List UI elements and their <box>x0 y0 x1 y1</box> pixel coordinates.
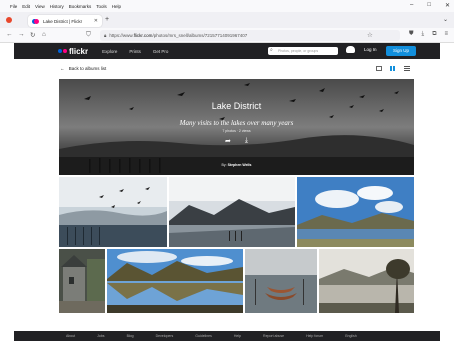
photo-tile-6[interactable] <box>245 249 317 313</box>
footer-link-report-abuse[interactable]: Report abuse <box>263 334 284 338</box>
footer-link-jobs[interactable]: Jobs <box>97 334 104 338</box>
flickr-favicon-icon <box>32 18 39 24</box>
share-icon[interactable]: ➦ <box>225 137 231 145</box>
upload-cloud-icon[interactable] <box>346 46 355 53</box>
reload-icon[interactable]: ↻ <box>30 31 35 39</box>
photo-tile-4[interactable] <box>59 249 105 313</box>
logo-pink-dot <box>63 49 67 53</box>
view-toggle <box>376 66 410 71</box>
footer-language-select[interactable]: English <box>345 334 356 338</box>
toolbar-icons: ⛊ ⤓ ⧉ ≡ <box>409 31 448 38</box>
tab-bar: Lake District | Flickr ✕ + ⌄ <box>0 12 454 28</box>
close-window-icon[interactable]: ✕ <box>445 2 450 9</box>
footer-link-blog[interactable]: Blog <box>127 334 134 338</box>
url-bar[interactable]: 🔒︎ https://www. flickr.com/photos/mrs_sne… <box>100 30 400 41</box>
url-host: flickr.com <box>133 33 153 38</box>
photo-tile-1[interactable] <box>59 177 167 247</box>
photo-rowing-boats-jetty <box>245 249 317 313</box>
search-input[interactable]: ⌕ Photos, people, or groups <box>268 47 338 55</box>
owner-name-link[interactable]: Stephen Wells <box>228 163 252 167</box>
maximize-icon[interactable]: □ <box>427 2 431 9</box>
album-owner: By: Stephen Wells <box>59 163 414 167</box>
firefox-view-icon[interactable] <box>6 17 12 23</box>
back-to-albums-link[interactable]: ← Back to albums list <box>60 66 106 71</box>
tab-list-chevron-down-icon[interactable]: ⌄ <box>443 16 448 23</box>
grid-view-icon[interactable] <box>390 66 396 71</box>
footer-link-developers[interactable]: Developers <box>156 334 174 338</box>
flickr-nav: Explore Prints Get Pro <box>102 49 168 54</box>
arrow-left-icon: ← <box>60 66 65 71</box>
pocket-icon[interactable]: ⛊ <box>409 31 414 38</box>
tab-close-icon[interactable]: ✕ <box>94 18 98 24</box>
menu-edit[interactable]: Edit <box>22 4 30 9</box>
menu-view[interactable]: View <box>35 4 45 9</box>
album-description: Many visits to the lakes over many years <box>179 119 294 127</box>
menu-history[interactable]: History <box>50 4 64 9</box>
footer-link-help[interactable]: Help <box>234 334 241 338</box>
window-controls: – □ ✕ <box>410 2 450 9</box>
shield-icon[interactable]: ⛉ <box>86 31 91 39</box>
login-link[interactable]: Log In <box>364 47 377 52</box>
menu-help[interactable]: Help <box>112 4 121 9</box>
menu-tools[interactable]: Tools <box>96 4 107 9</box>
url-path: /photos/mrs_snell/albums/721577140919674… <box>152 33 248 38</box>
photo-birds-misty-lake <box>59 177 167 247</box>
url-prefix: https://www. <box>109 33 134 38</box>
menu-hamburger-icon[interactable]: ≡ <box>444 31 448 38</box>
photo-stone-cottage-lane <box>59 249 105 313</box>
album-title: Lake District <box>211 101 262 111</box>
slideshow-icon[interactable] <box>376 66 382 71</box>
home-icon[interactable]: ⌂ <box>42 31 46 38</box>
forward-arrow-icon[interactable]: → <box>18 31 25 38</box>
album-cover-banner: Lake District Many visits to the lakes o… <box>59 79 414 175</box>
footer-link-guidelines[interactable]: Guidelines <box>195 334 212 338</box>
photo-mountain-lake-jetty <box>169 177 295 247</box>
minimize-icon[interactable]: – <box>410 2 413 9</box>
photo-tile-2[interactable] <box>169 177 295 247</box>
photo-tree-hills-lake <box>319 249 414 313</box>
photo-tile-3[interactable] <box>297 177 414 247</box>
album-actions: ➦ ⤓ <box>59 137 414 145</box>
back-arrow-icon[interactable]: ← <box>6 31 13 38</box>
menu-bookmarks[interactable]: Bookmarks <box>69 4 92 9</box>
extensions-icon[interactable]: ⧉ <box>432 31 436 38</box>
photo-tile-7[interactable] <box>319 249 414 313</box>
photo-tile-5[interactable] <box>107 249 243 313</box>
flickr-logo[interactable]: flickr <box>58 47 88 56</box>
search-icon: ⌕ <box>270 47 273 53</box>
photo-lake-blue-sky <box>297 177 414 247</box>
flickr-footer: About Jobs Blog Developers Guidelines He… <box>14 331 440 341</box>
misty-lake-backdrop <box>59 83 414 175</box>
logo-text: flickr <box>69 46 89 56</box>
list-view-icon[interactable] <box>404 66 410 71</box>
download-album-icon[interactable]: ⤓ <box>245 137 248 145</box>
new-tab-icon[interactable]: + <box>105 16 109 23</box>
tab-active[interactable]: Lake District | Flickr ✕ <box>28 15 102 27</box>
browser-navbar: ← → ↻ ⌂ ⛉ 🔒︎ https://www. flickr.com/phot… <box>0 28 454 43</box>
footer-link-help-forum[interactable]: Help forum <box>306 334 323 338</box>
lock-icon: 🔒︎ <box>104 33 107 38</box>
download-icon[interactable]: ⤓ <box>422 31 425 38</box>
nav-explore[interactable]: Explore <box>102 49 117 54</box>
menu-file[interactable]: File <box>10 4 17 9</box>
tab-title: Lake District | Flickr <box>43 18 83 24</box>
photo-mountain-reflection <box>107 249 243 313</box>
nav-prints[interactable]: Prints <box>129 49 141 54</box>
back-link-label: Back to albums list <box>68 66 107 71</box>
browser-menubar: File Edit View History Bookmarks Tools H… <box>0 0 454 12</box>
signup-button[interactable]: Sign Up <box>386 46 416 56</box>
footer-link-about[interactable]: About <box>66 334 75 338</box>
owner-prefix: By: <box>221 163 227 167</box>
nav-get-pro[interactable]: Get Pro <box>153 49 169 54</box>
bookmark-star-icon[interactable]: ☆ <box>367 31 373 39</box>
search-placeholder: Photos, people, or groups <box>278 49 319 53</box>
flickr-header: flickr Explore Prints Get Pro ⌕ Photos, … <box>14 43 440 59</box>
logo-blue-dot <box>58 49 62 53</box>
album-stats: 7 photos · 2 views <box>222 129 251 133</box>
